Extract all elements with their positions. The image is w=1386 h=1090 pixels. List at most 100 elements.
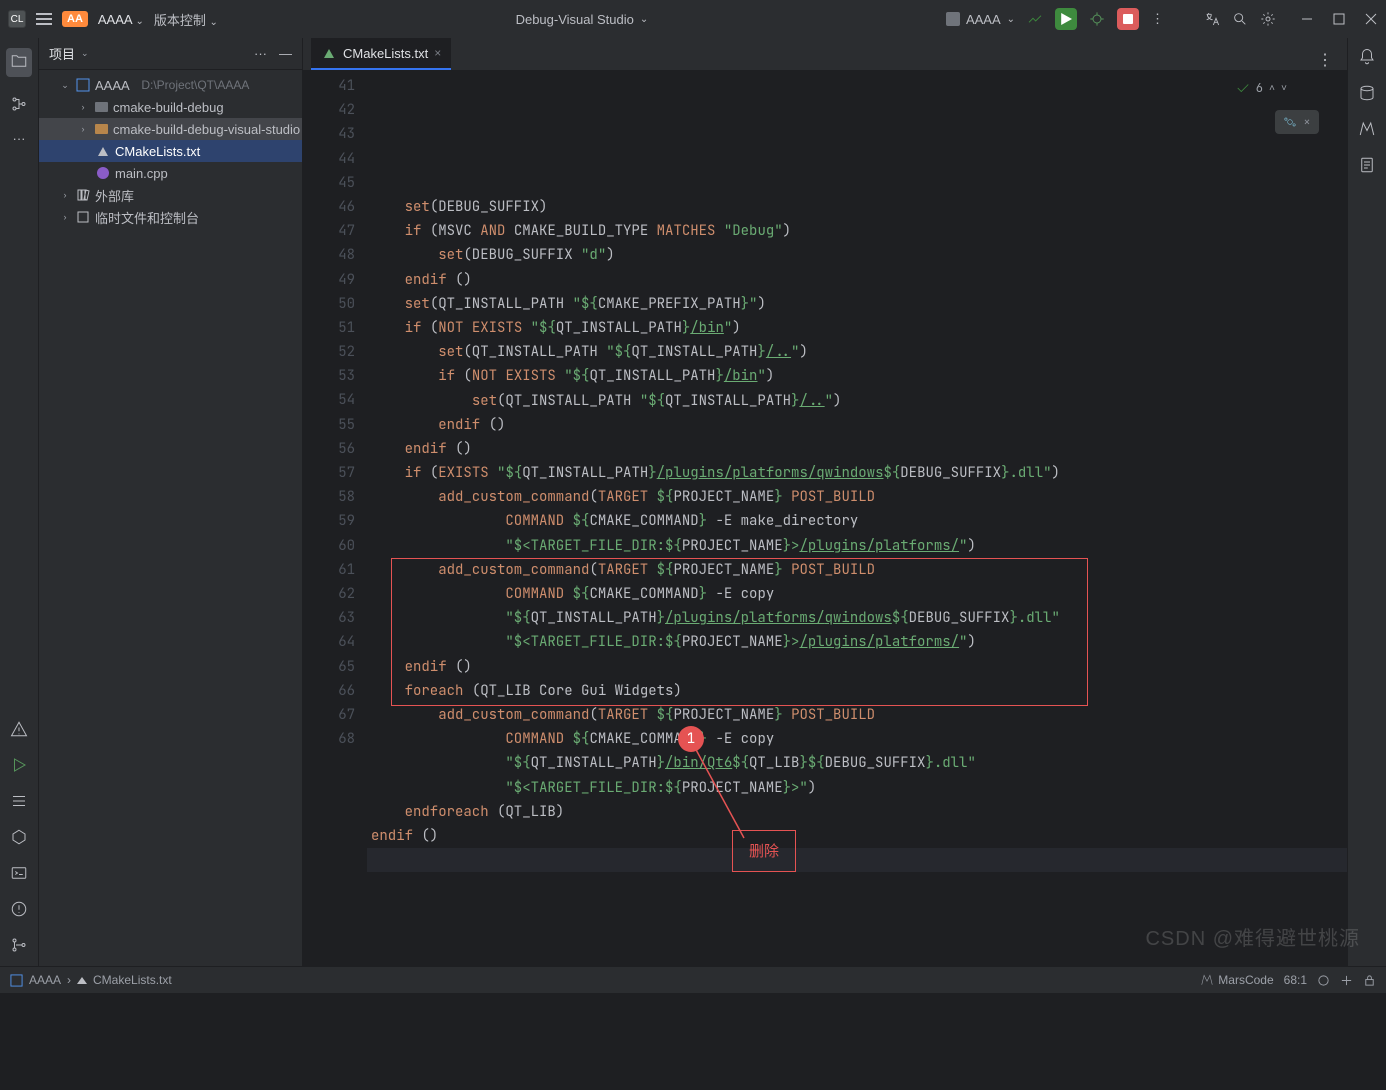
chevron-right-icon[interactable]: › <box>77 102 89 112</box>
tree-file[interactable]: main.cpp <box>39 162 302 184</box>
project-panel: 项目 ⌄ ··· — ⌄ AAAA D:\Project\QT\AAAA › c… <box>39 38 303 966</box>
code-line[interactable]: set(QT_INSTALL_PATH "${QT_INSTALL_PATH}/… <box>367 389 1347 413</box>
code-line[interactable]: COMMAND ${CMAKE_COMMAND} -E make_directo… <box>367 509 1347 533</box>
code-line[interactable]: endif () <box>367 437 1347 461</box>
close-icon[interactable] <box>1364 12 1378 26</box>
debug-icon[interactable] <box>1089 11 1105 27</box>
chevron-down-icon[interactable]: ⌄ <box>59 80 71 91</box>
code-line[interactable]: add_custom_command(TARGET ${PROJECT_NAME… <box>367 703 1347 727</box>
database-tool-icon[interactable] <box>1358 84 1376 102</box>
code-line[interactable]: "$<TARGET_FILE_DIR:${PROJECT_NAME}>/plug… <box>367 534 1347 558</box>
annotation-circle: 1 <box>678 726 704 752</box>
problems-tool-icon[interactable] <box>10 900 28 918</box>
project-tool-icon[interactable] <box>6 48 32 77</box>
chevron-down-icon[interactable]: ˅ <box>1281 76 1287 100</box>
maximize-icon[interactable] <box>1332 12 1346 26</box>
more-actions-icon[interactable]: ⋮ <box>1151 11 1164 27</box>
code-line[interactable]: endif () <box>367 655 1347 679</box>
stop-button[interactable] <box>1117 8 1139 30</box>
tree-external-libs[interactable]: › 外部库 <box>39 184 302 206</box>
chevron-right-icon: › <box>67 973 71 987</box>
user-badge[interactable]: AA <box>62 11 88 27</box>
tab-more-icon[interactable]: ⋮ <box>1303 50 1347 70</box>
translate-icon[interactable] <box>1204 11 1220 27</box>
hammer-build-icon[interactable] <box>1027 11 1043 27</box>
editor-tab[interactable]: CMakeLists.txt × <box>311 38 451 70</box>
code-line[interactable] <box>367 848 1347 872</box>
code-line[interactable]: set(DEBUG_SUFFIX "d") <box>367 243 1347 267</box>
terminal-tool-icon[interactable] <box>10 864 28 882</box>
chevron-down-icon: ⌄ <box>210 17 218 28</box>
services-tool-icon[interactable] <box>10 828 28 846</box>
code-line[interactable]: if (EXISTS "${QT_INSTALL_PATH}/plugins/p… <box>367 461 1347 485</box>
run-target-dropdown[interactable]: AAAA ⌄ <box>946 12 1015 27</box>
scratch-icon <box>75 209 91 225</box>
code-line[interactable]: "$<TARGET_FILE_DIR:${PROJECT_NAME}>/plug… <box>367 630 1347 654</box>
breadcrumb[interactable]: AAAA › CMakeLists.txt <box>10 973 172 987</box>
code-line[interactable]: COMMAND ${CMAKE_COMMAND} -E copy <box>367 727 1347 751</box>
code-line[interactable]: COMMAND ${CMAKE_COMMAND} -E copy <box>367 582 1347 606</box>
vcs-dropdown[interactable]: 版本控制 ⌄ <box>154 10 218 29</box>
warning-tool-icon[interactable] <box>10 720 28 738</box>
list-tool-icon[interactable] <box>10 792 28 810</box>
code-line[interactable]: endif () <box>367 268 1347 292</box>
code-line[interactable]: "${QT_INSTALL_PATH}/bin/Qt6${QT_LIB}${DE… <box>367 751 1347 775</box>
minimize-icon[interactable] <box>1300 12 1314 26</box>
module-icon <box>75 77 91 93</box>
inspections-widget[interactable]: 6 ˄ ˅ <box>1236 76 1287 100</box>
cmake-file-icon <box>321 45 337 61</box>
chevron-up-icon[interactable]: ˄ <box>1269 76 1275 100</box>
code-line[interactable]: add_custom_command(TARGET ${PROJECT_NAME… <box>367 558 1347 582</box>
chevron-right-icon[interactable]: › <box>59 190 71 200</box>
code-editor[interactable]: 4142434445464748495051525354555657585960… <box>303 70 1347 966</box>
folder-icon <box>93 121 109 137</box>
structure-tool-icon[interactable] <box>10 95 28 113</box>
code-line[interactable]: if (NOT EXISTS "${QT_INSTALL_PATH}/bin") <box>367 316 1347 340</box>
code-line[interactable]: if (NOT EXISTS "${QT_INSTALL_PATH}/bin") <box>367 364 1347 388</box>
chevron-down-icon[interactable]: ⌄ <box>81 48 89 59</box>
tree-root-path: D:\Project\QT\AAAA <box>141 78 249 92</box>
settings-gear-icon[interactable] <box>1260 11 1276 27</box>
tree-scratches[interactable]: › 临时文件和控制台 <box>39 206 302 228</box>
notifications-icon[interactable] <box>1358 48 1376 66</box>
code-content[interactable]: set(DEBUG_SUFFIX) if (MSVC AND CMAKE_BUI… <box>367 70 1347 966</box>
code-line[interactable]: set(QT_INSTALL_PATH "${QT_INSTALL_PATH}/… <box>367 340 1347 364</box>
library-icon <box>75 187 91 203</box>
code-line[interactable]: endforeach (QT_LIB) <box>367 800 1347 824</box>
tree-folder[interactable]: › cmake-build-debug <box>39 96 302 118</box>
more-icon[interactable]: ··· <box>254 46 267 61</box>
code-line[interactable]: add_custom_command(TARGET ${PROJECT_NAME… <box>367 485 1347 509</box>
search-icon[interactable] <box>1232 11 1248 27</box>
code-line[interactable]: foreach (QT_LIB Core Gui Widgets) <box>367 679 1347 703</box>
run-config-dropdown[interactable]: Debug-Visual Studio ⌄ <box>516 12 649 27</box>
chevron-right-icon[interactable]: › <box>77 124 89 134</box>
hide-panel-icon[interactable]: — <box>279 46 292 61</box>
chevron-right-icon[interactable]: › <box>59 212 71 222</box>
more-tool-icon[interactable]: ··· <box>13 131 26 146</box>
project-dropdown[interactable]: AAAA ⌄ <box>98 12 144 27</box>
code-line[interactable]: "${QT_INSTALL_PATH}/plugins/platforms/qw… <box>367 606 1347 630</box>
editor-tabbar: CMakeLists.txt × ⋮ <box>303 38 1347 70</box>
code-line[interactable]: set(DEBUG_SUFFIX) <box>367 195 1347 219</box>
project-panel-header: 项目 ⌄ ··· — <box>39 38 302 70</box>
main-menu-icon[interactable] <box>36 11 52 27</box>
code-line[interactable]: endif () <box>367 824 1347 848</box>
tree-file-selected[interactable]: CMakeLists.txt <box>39 140 302 162</box>
code-line[interactable]: set(QT_INSTALL_PATH "${CMAKE_PREFIX_PATH… <box>367 292 1347 316</box>
run-button[interactable] <box>1055 8 1077 30</box>
tree-folder[interactable]: › cmake-build-debug-visual-studio <box>39 118 302 140</box>
ai-assist-widget[interactable]: × <box>1275 110 1319 134</box>
project-tree[interactable]: ⌄ AAAA D:\Project\QT\AAAA › cmake-build-… <box>39 70 302 966</box>
code-line[interactable]: endif () <box>367 413 1347 437</box>
code-line[interactable]: "$<TARGET_FILE_DIR:${PROJECT_NAME}>") <box>367 776 1347 800</box>
run-tool-icon[interactable] <box>10 756 28 774</box>
marscode-tool-icon[interactable] <box>1358 120 1376 138</box>
right-tool-strip <box>1347 38 1386 966</box>
status-lock-icon[interactable] <box>1363 974 1376 987</box>
tree-root[interactable]: ⌄ AAAA D:\Project\QT\AAAA <box>39 74 302 96</box>
vcs-tool-icon[interactable] <box>10 936 28 954</box>
close-tab-icon[interactable]: × <box>434 46 441 60</box>
doc-tool-icon[interactable] <box>1358 156 1376 174</box>
code-line[interactable]: if (MSVC AND CMAKE_BUILD_TYPE MATCHES "D… <box>367 219 1347 243</box>
close-icon[interactable]: × <box>1303 110 1310 134</box>
